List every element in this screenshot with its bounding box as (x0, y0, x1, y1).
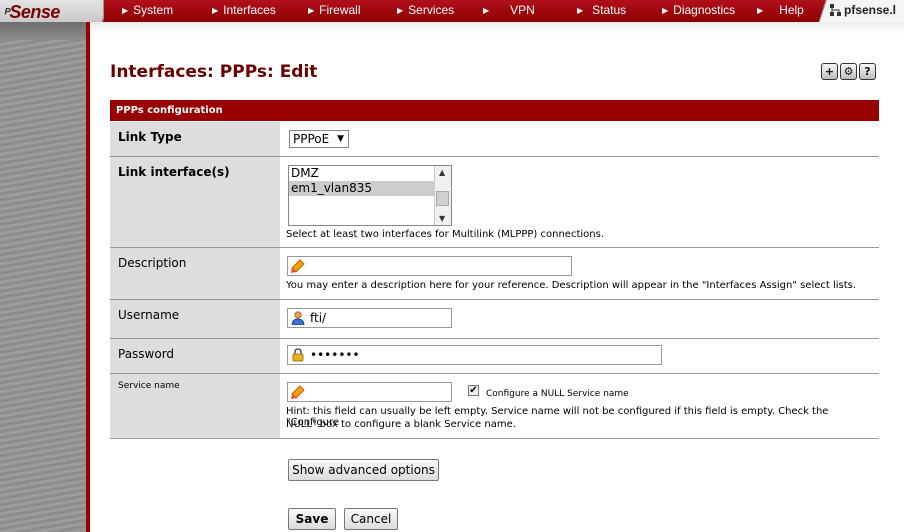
nav-label: Help (779, 3, 804, 17)
nav-services[interactable]: ▶ Services (397, 3, 454, 17)
pencil-icon (291, 259, 305, 273)
password-cell: ••••••• (280, 339, 879, 373)
service-name-label: Service name (110, 374, 280, 438)
link-interfaces-cell: DMZ em1_vlan835 ▲ ▼ Select at least two … (280, 157, 879, 247)
left-panel-shadow (0, 22, 86, 40)
nav-arrow-icon: ▶ (757, 6, 764, 15)
description-cell: You may enter a description here for you… (280, 248, 879, 299)
nav-arrow-icon: ▶ (483, 6, 490, 15)
username-label: Username (110, 300, 280, 338)
settings-icon[interactable]: ⚙ (840, 63, 857, 80)
row-username: Username fti/ (110, 300, 879, 339)
password-input[interactable]: ••••••• (287, 345, 662, 365)
scroll-down-icon[interactable]: ▼ (439, 214, 445, 223)
service-name-input[interactable] (287, 382, 452, 402)
page-title: Interfaces: PPPs: Edit (110, 62, 318, 82)
show-advanced-options-button[interactable]: Show advanced options (288, 459, 439, 481)
hostname-text: pfsense.l (844, 3, 897, 17)
nav-help[interactable]: ▶ Help (757, 3, 804, 17)
nav-arrow-icon: ▶ (397, 6, 404, 15)
password-label: Password (110, 339, 280, 373)
header-icons: + ⚙? (821, 63, 878, 82)
listbox-option-em1-vlan835[interactable]: em1_vlan835 (289, 181, 435, 196)
listbox-option-dmz[interactable]: DMZ (289, 166, 451, 181)
nav-diagnostics[interactable]: ▶ Diagnostics (662, 3, 735, 17)
dropdown-arrow-icon: ▼ (337, 134, 344, 144)
row-link-type: Link Type PPPoE ▼ (110, 122, 879, 157)
service-name-cell: ✔ Configure a NULL Service name Hint: th… (280, 374, 879, 438)
nav-arrow-icon: ▶ (122, 6, 129, 15)
left-red-rule (86, 22, 90, 532)
null-service-checkbox[interactable]: ✔ (468, 385, 479, 396)
left-decorative-panel (0, 22, 86, 532)
help-icon[interactable]: ? (859, 63, 876, 80)
nav-arrow-icon: ▶ (212, 6, 219, 15)
listbox-scrollbar[interactable]: ▲ ▼ (434, 166, 451, 225)
link-interfaces-listbox[interactable]: DMZ em1_vlan835 ▲ ▼ (288, 165, 452, 226)
nav-label: System (133, 3, 174, 17)
username-input[interactable]: fti/ (287, 308, 452, 328)
username-cell: fti/ (280, 300, 879, 338)
nav-label: Diagnostics (673, 3, 736, 17)
hostname-label: pfsense.l (830, 3, 896, 17)
user-icon (291, 311, 305, 325)
nav-label: Services (408, 3, 455, 17)
lock-icon (292, 348, 304, 362)
section-header: PPPs configuration (110, 100, 879, 121)
cancel-button[interactable]: Cancel (344, 508, 398, 530)
save-button[interactable]: Save (288, 508, 336, 530)
link-type-value: PPPoE (293, 132, 330, 146)
scroll-up-icon[interactable]: ▲ (439, 168, 445, 177)
link-type-select[interactable]: PPPoE ▼ (289, 130, 349, 148)
pencil-icon (291, 385, 305, 399)
nav-arrow-icon: ▶ (308, 6, 315, 15)
nav-label: VPN (510, 3, 535, 17)
username-value: fti/ (310, 311, 327, 325)
nav-label: Interfaces (223, 3, 276, 17)
description-label: Description (110, 248, 280, 299)
link-type-label: Link Type (110, 122, 280, 156)
row-link-interfaces: Link interface(s) DMZ em1_vlan835 ▲ ▼ Se… (110, 157, 879, 248)
description-hint: You may enter a description here for you… (286, 280, 857, 291)
password-value: ••••••• (310, 348, 360, 362)
link-interfaces-label: Link interface(s) (110, 157, 280, 247)
scroll-thumb[interactable] (436, 191, 449, 206)
description-input[interactable] (287, 256, 572, 276)
nav-system[interactable]: ▶ System (122, 3, 173, 17)
nav-vpn[interactable]: ▶ VPN (483, 3, 535, 17)
row-service-name: Service name ✔ Configure a NULL Service … (110, 374, 879, 439)
add-icon[interactable]: + (821, 63, 838, 80)
nav-label: Firewall (319, 3, 361, 17)
nav-firewall[interactable]: ▶ Firewall (308, 3, 361, 17)
nav-arrow-icon: ▶ (577, 6, 584, 15)
nav-arrow-icon: ▶ (662, 6, 669, 15)
nav-status[interactable]: ▶ Status (577, 3, 626, 17)
row-password: Password ••••••• (110, 339, 879, 374)
network-icon (830, 4, 841, 16)
link-interfaces-hint: Select at least two interfaces for Multi… (286, 229, 605, 240)
logo-text: Sense (9, 2, 60, 22)
logo-pf-glyph: ᴾ (4, 5, 11, 21)
nav-interfaces[interactable]: ▶ Interfaces (212, 3, 276, 17)
service-name-hint-line2: NULL" box to configure a blank Service n… (286, 419, 516, 430)
row-description: Description You may enter a description … (110, 248, 879, 300)
link-type-cell: PPPoE ▼ (280, 122, 879, 156)
null-service-checkbox-label: Configure a NULL Service name (486, 389, 629, 399)
content-top-shadow (90, 22, 904, 34)
nav-label: Status (592, 3, 627, 17)
